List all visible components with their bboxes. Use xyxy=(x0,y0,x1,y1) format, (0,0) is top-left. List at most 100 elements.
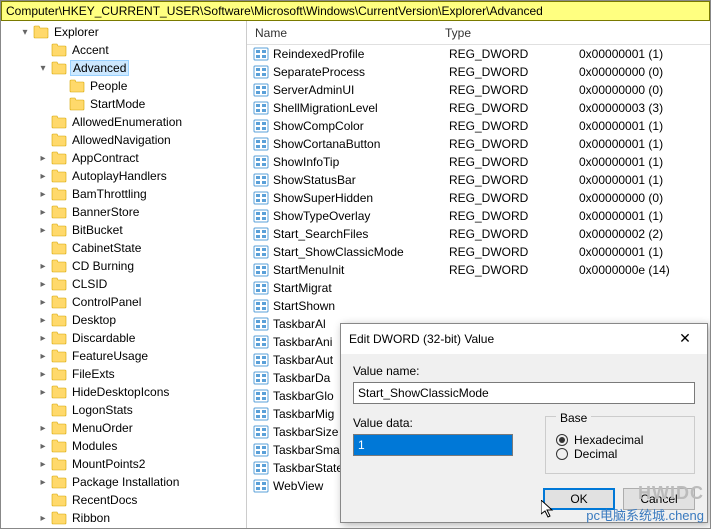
tree-item-hidedesktopicons[interactable]: ▸HideDesktopIcons xyxy=(1,383,246,401)
tree-item-discardable[interactable]: ▸Discardable xyxy=(1,329,246,347)
tree-item-bannerstore[interactable]: ▸BannerStore xyxy=(1,203,246,221)
tree-item-logonstats[interactable]: ▸LogonStats xyxy=(1,401,246,419)
tree-item-startmode[interactable]: ▸StartMode xyxy=(1,95,246,113)
registry-tree[interactable]: ▾Explorer▸Accent▾Advanced▸People▸StartMo… xyxy=(1,21,247,528)
cancel-button[interactable]: Cancel xyxy=(623,488,695,510)
value-name: StartMenuInit xyxy=(273,263,449,277)
tree-item-cd-burning[interactable]: ▸CD Burning xyxy=(1,257,246,275)
value-data: 0x00000001 (1) xyxy=(579,155,710,169)
address-bar[interactable]: Computer\HKEY_CURRENT_USER\Software\Micr… xyxy=(1,1,710,21)
chevron-right-icon[interactable]: ▸ xyxy=(37,387,49,398)
value-name-input[interactable] xyxy=(353,382,695,404)
ok-button[interactable]: OK xyxy=(543,488,615,510)
chevron-right-icon[interactable]: ▸ xyxy=(37,207,49,218)
column-data[interactable] xyxy=(567,29,710,37)
value-row[interactable]: ServerAdminUIREG_DWORD0x00000000 (0) xyxy=(247,81,710,99)
chevron-right-icon[interactable]: ▸ xyxy=(37,315,49,326)
column-type[interactable]: Type xyxy=(437,22,567,44)
tree-item-accent[interactable]: ▸Accent xyxy=(1,41,246,59)
tree-item-desktop[interactable]: ▸ Desktop xyxy=(1,311,246,329)
tree-item-menuorder[interactable]: ▸MenuOrder xyxy=(1,419,246,437)
chevron-right-icon[interactable]: ▸ xyxy=(37,171,49,182)
value-row[interactable]: ShellMigrationLevelREG_DWORD0x00000003 (… xyxy=(247,99,710,117)
tree-item-autoplayhandlers[interactable]: ▸AutoplayHandlers xyxy=(1,167,246,185)
chevron-right-icon[interactable]: ▸ xyxy=(37,441,49,452)
chevron-right-icon[interactable]: ▸ xyxy=(37,297,49,308)
tree-item-label: CabinetState xyxy=(70,241,143,255)
value-name: ShowStatusBar xyxy=(273,173,449,187)
value-row[interactable]: ShowSuperHiddenREG_DWORD0x00000000 (0) xyxy=(247,189,710,207)
tree-item-explorer[interactable]: ▾Explorer xyxy=(1,23,246,41)
value-row[interactable]: StartMigrat xyxy=(247,279,710,297)
chevron-right-icon[interactable]: ▸ xyxy=(37,153,49,164)
value-row[interactable]: ShowInfoTipREG_DWORD0x00000001 (1) xyxy=(247,153,710,171)
value-row[interactable]: ReindexedProfileREG_DWORD0x00000001 (1) xyxy=(247,45,710,63)
chevron-right-icon[interactable]: ▸ xyxy=(37,333,49,344)
chevron-down-icon[interactable]: ▾ xyxy=(37,63,49,74)
tree-item-label: MountPoints2 xyxy=(70,457,147,471)
tree-item-ribbon[interactable]: ▸Ribbon xyxy=(1,509,246,527)
value-row[interactable]: Start_SearchFilesREG_DWORD0x00000002 (2) xyxy=(247,225,710,243)
value-row[interactable]: SeparateProcessREG_DWORD0x00000000 (0) xyxy=(247,63,710,81)
chevron-right-icon[interactable]: ▸ xyxy=(37,477,49,488)
tree-item-people[interactable]: ▸People xyxy=(1,77,246,95)
tree-item-allowedenumeration[interactable]: ▸AllowedEnumeration xyxy=(1,113,246,131)
tree-item-advanced[interactable]: ▾Advanced xyxy=(1,59,246,77)
tree-item-cabinetstate[interactable]: ▸CabinetState xyxy=(1,239,246,257)
folder-icon xyxy=(51,349,67,363)
tree-item-label: Accent xyxy=(70,43,111,57)
tree-item-recentdocs[interactable]: ▸RecentDocs xyxy=(1,491,246,509)
value-row[interactable]: Start_ShowClassicModeREG_DWORD0x00000001… xyxy=(247,243,710,261)
value-row[interactable]: ShowTypeOverlayREG_DWORD0x00000001 (1) xyxy=(247,207,710,225)
tree-item-fileexts[interactable]: ▸ FileExts xyxy=(1,365,246,383)
folder-icon xyxy=(51,187,67,201)
chevron-right-icon[interactable]: ▸ xyxy=(37,369,49,380)
chevron-right-icon[interactable]: ▸ xyxy=(37,279,49,290)
dword-icon xyxy=(253,406,269,422)
chevron-right-icon[interactable]: ▸ xyxy=(37,513,49,524)
value-row[interactable]: ShowStatusBarREG_DWORD0x00000001 (1) xyxy=(247,171,710,189)
dword-icon xyxy=(253,136,269,152)
tree-item-label: Desktop xyxy=(70,313,118,327)
tree-item-modules[interactable]: ▸Modules xyxy=(1,437,246,455)
value-row[interactable]: ShowCortanaButtonREG_DWORD0x00000001 (1) xyxy=(247,135,710,153)
tree-item-package-installation[interactable]: ▸Package Installation xyxy=(1,473,246,491)
chevron-right-icon[interactable]: ▸ xyxy=(37,423,49,434)
value-row[interactable]: StartShown xyxy=(247,297,710,315)
value-row[interactable]: ShowCompColorREG_DWORD0x00000001 (1) xyxy=(247,117,710,135)
tree-item-label: FileExts xyxy=(70,367,117,381)
tree-item-controlpanel[interactable]: ▸ControlPanel xyxy=(1,293,246,311)
chevron-right-icon[interactable]: ▸ xyxy=(37,225,49,236)
folder-icon xyxy=(51,205,67,219)
dword-icon xyxy=(253,154,269,170)
close-button[interactable]: ✕ xyxy=(671,329,699,349)
chevron-right-icon[interactable]: ▸ xyxy=(37,261,49,272)
chevron-right-icon[interactable]: ▸ xyxy=(37,459,49,470)
value-type: REG_DWORD xyxy=(449,83,579,97)
value-row[interactable]: StartMenuInitREG_DWORD0x0000000e (14) xyxy=(247,261,710,279)
value-type: REG_DWORD xyxy=(449,137,579,151)
value-data: 0x0000000e (14) xyxy=(579,263,710,277)
tree-item-mountpoints2[interactable]: ▸ MountPoints2 xyxy=(1,455,246,473)
tree-item-bamthrottling[interactable]: ▸BamThrottling xyxy=(1,185,246,203)
value-name: ShowTypeOverlay xyxy=(273,209,449,223)
chevron-right-icon[interactable]: ▸ xyxy=(37,351,49,362)
base-fieldset: Base Hexadecimal Decimal xyxy=(545,416,695,474)
tree-item-clsid[interactable]: ▸CLSID xyxy=(1,275,246,293)
value-data: 0x00000001 (1) xyxy=(579,47,710,61)
value-data: 0x00000000 (0) xyxy=(579,191,710,205)
tree-item-bitbucket[interactable]: ▸BitBucket xyxy=(1,221,246,239)
chevron-down-icon[interactable]: ▾ xyxy=(19,27,31,38)
tree-item-featureusage[interactable]: ▸FeatureUsage xyxy=(1,347,246,365)
tree-item-appcontract[interactable]: ▸AppContract xyxy=(1,149,246,167)
radio-decimal[interactable]: Decimal xyxy=(556,447,684,461)
tree-item-label: AllowedEnumeration xyxy=(70,115,184,129)
column-name[interactable]: Name xyxy=(247,22,437,44)
radio-hexadecimal[interactable]: Hexadecimal xyxy=(556,433,684,447)
tree-item-allowednavigation[interactable]: ▸AllowedNavigation xyxy=(1,131,246,149)
chevron-right-icon[interactable]: ▸ xyxy=(37,189,49,200)
value-name: ServerAdminUI xyxy=(273,83,449,97)
dword-icon xyxy=(253,118,269,134)
dword-icon xyxy=(253,208,269,224)
value-data-input[interactable] xyxy=(353,434,513,456)
